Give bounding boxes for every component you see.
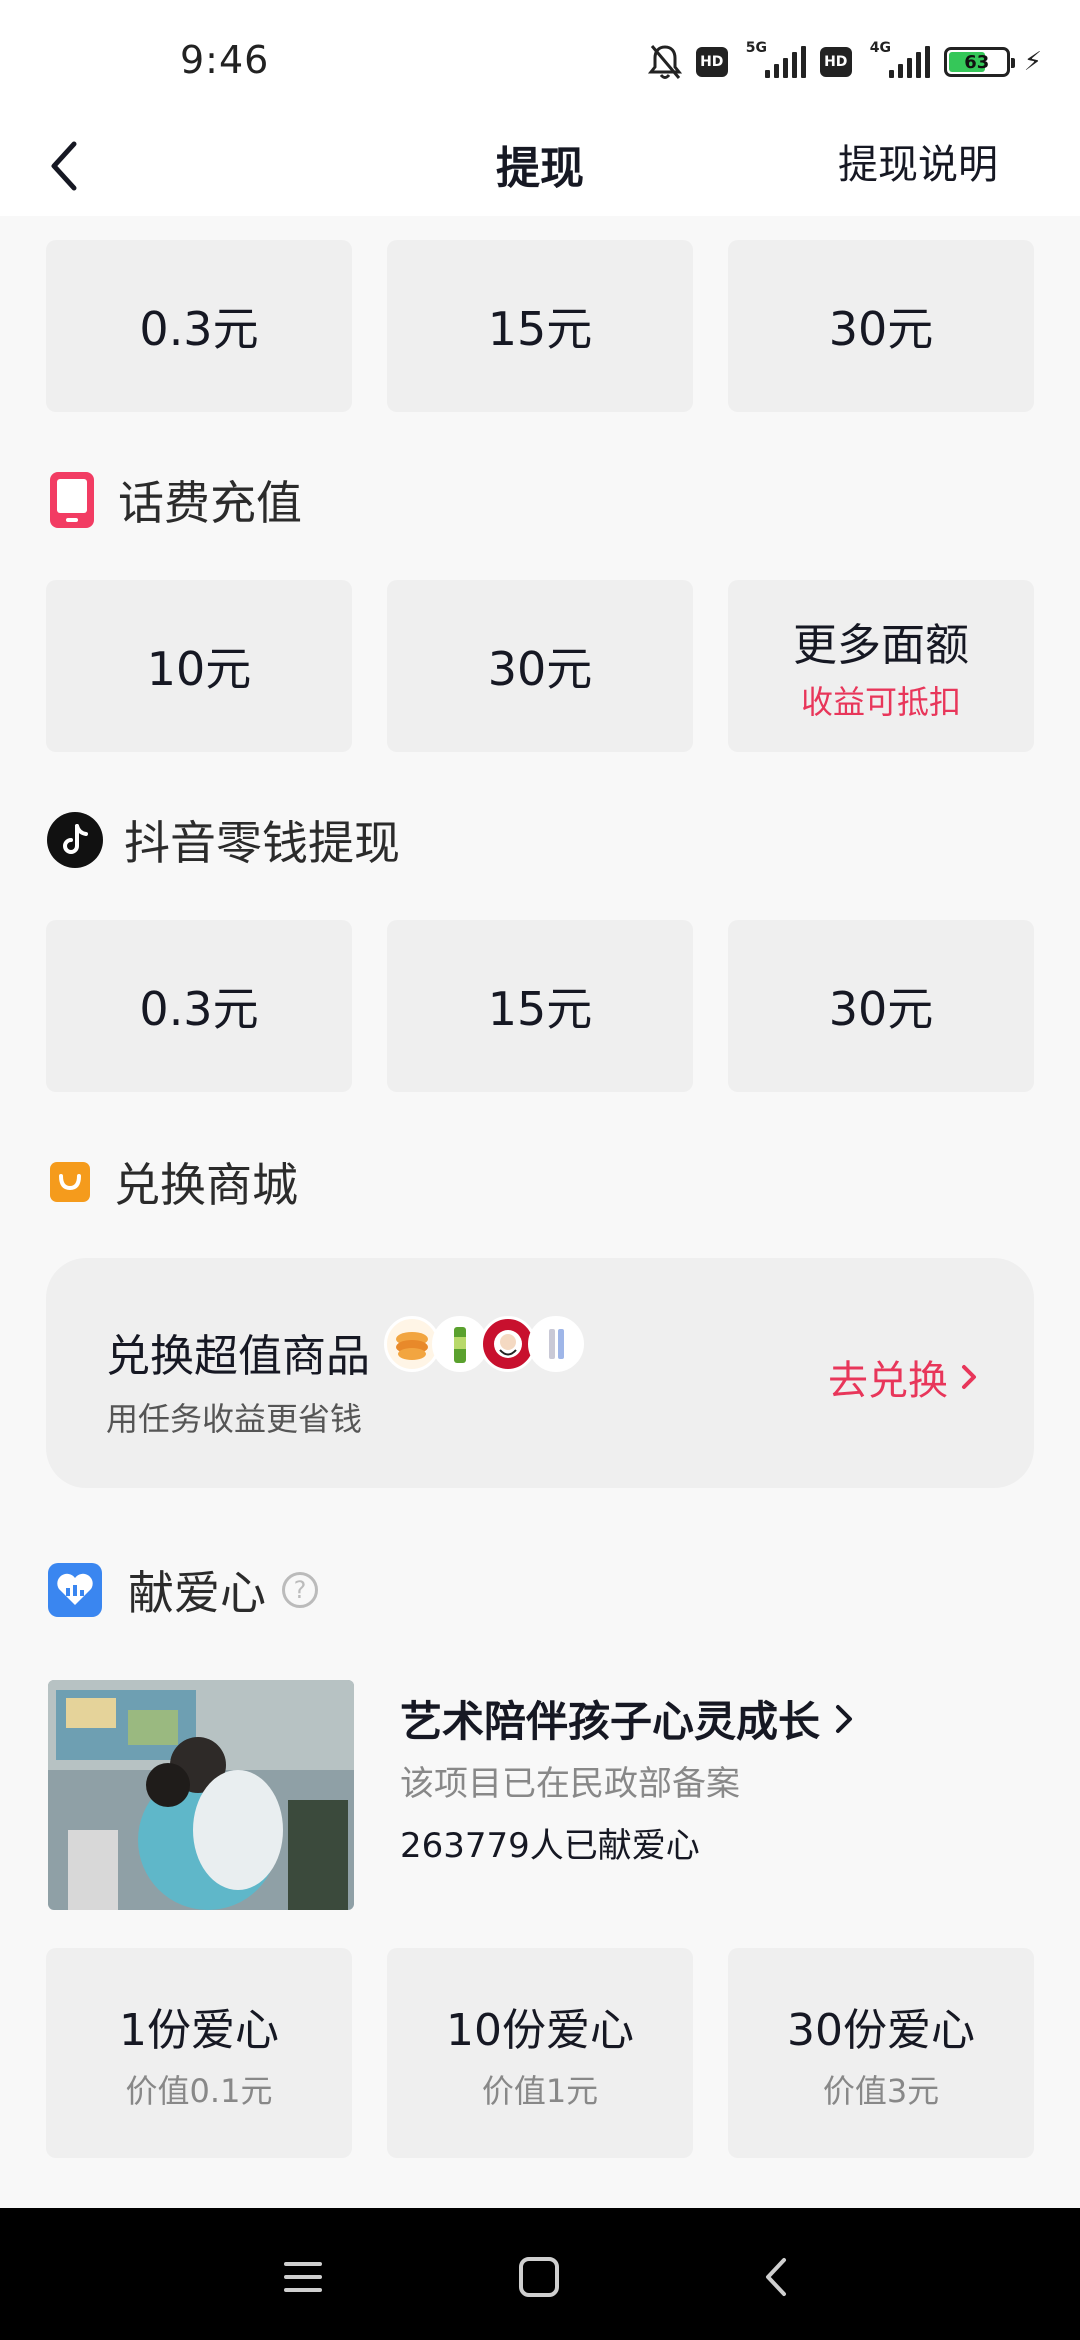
donor-count: 263779人已献爱心 [400,1826,700,1866]
donation-option-tile[interactable]: 30份爱心 价值3元 [728,1948,1034,2158]
cash-options: 0.3元 15元 30元 [46,240,1034,412]
section-title: 兑换商城 [114,1158,298,1212]
douyin-wallet-heading: 抖音零钱提现 [46,810,400,870]
section-title: 献爱心 [128,1566,266,1620]
donation-label: 30份爱心 [787,2005,975,2056]
system-nav-bar [0,2208,1080,2340]
recharge-option-tile[interactable]: 10元 [46,580,352,752]
chevron-right-icon [962,1365,976,1389]
exchange-mall-card[interactable]: 兑换超值商品 用任务收益更省钱 去兑换 [46,1258,1034,1488]
section-title: 话费充值 [118,476,302,530]
back-icon [766,2258,786,2296]
charity-heading: 献爱心 ? [46,1560,318,1620]
wallet-option-tile[interactable]: 15元 [387,920,693,1092]
cosmetic-product-thumb [528,1316,584,1372]
option-amount: 0.3元 [139,302,259,356]
status-time: 9:46 [180,38,270,82]
donation-value: 价值0.1元 [125,2072,273,2110]
signal-icon-2: 4G [866,40,930,82]
recharge-option-tile[interactable]: 30元 [387,580,693,752]
battery-icon: 63 [943,47,1015,77]
charging-icon: ⚡ [1023,47,1042,77]
mall-heading: 兑换商城 [46,1152,298,1212]
hd-icon: HD [695,47,728,77]
product-thumbnails [384,1316,584,1372]
mall-card-desc: 用任务收益更省钱 [106,1400,363,1438]
mute-icon [647,45,682,79]
signal-icon: 5G [742,40,806,82]
option-amount: 30元 [487,642,593,696]
option-amount: 30元 [828,982,934,1036]
phone-recharge-heading: 话费充值 [46,470,302,530]
project-registration-note: 该项目已在民政部备案 [400,1764,740,1804]
wallet-options: 0.3元 15元 30元 [46,920,1034,1092]
project-photo[interactable] [48,1680,354,1910]
option-amount: 10元 [146,642,252,696]
donation-option-tile[interactable]: 10份爱心 价值1元 [387,1948,693,2158]
system-back-button[interactable] [752,2254,802,2300]
donation-value: 价值3元 [822,2072,940,2110]
more-amounts-tile[interactable]: 更多面额 收益可抵扣 [728,580,1034,752]
donation-value: 价值1元 [481,2072,599,2110]
chevron-right-icon [836,1704,853,1733]
donation-label: 10份爱心 [446,2005,634,2056]
option-amount: 15元 [487,302,593,356]
project-title: 艺术陪伴孩子心灵成长 [400,1697,821,1746]
go-exchange-label: 去兑换 [828,1358,948,1404]
option-amount: 15元 [487,982,593,1036]
donation-option-tile[interactable]: 1份爱心 价值0.1元 [46,1948,352,2158]
more-amounts-sub: 收益可抵扣 [800,683,961,721]
home-icon [519,2257,559,2297]
shopping-bag-icon [50,1162,90,1202]
option-amount: 0.3元 [139,982,259,1036]
cash-option-tile[interactable]: 30元 [728,240,1034,412]
wallet-option-tile[interactable]: 0.3元 [46,920,352,1092]
cash-option-tile[interactable]: 15元 [387,240,693,412]
charity-heart-icon [48,1563,102,1617]
mall-card-title: 兑换超值商品 [106,1331,370,1382]
phone-icon [50,472,94,528]
project-title-link[interactable]: 艺术陪伴孩子心灵成长 [400,1688,864,1749]
recharge-options: 10元 30元 更多面额 收益可抵扣 [46,580,1034,752]
menu-icon [284,2262,322,2292]
section-title: 抖音零钱提现 [124,816,400,870]
status-icons: HD 5G HD 4G 63 ⚡ [647,40,1042,84]
donation-label: 1份爱心 [119,2005,279,2056]
donation-options: 1份爱心 价值0.1元 10份爱心 价值1元 30份爱心 价值3元 [46,1948,1034,2158]
withdraw-help-link[interactable]: 提现说明 [838,132,998,190]
nav-bar: 提现 提现说明 [0,120,1080,216]
option-amount: 30元 [828,302,934,356]
wallet-option-tile[interactable]: 30元 [728,920,1034,1092]
douyin-logo-icon [47,812,103,868]
hd-icon-2: HD [819,47,852,77]
cash-option-tile[interactable]: 0.3元 [46,240,352,412]
go-exchange-link[interactable]: 去兑换 [828,1348,988,1406]
more-amounts-label: 更多面额 [793,620,969,671]
home-button[interactable] [514,2254,564,2300]
status-bar: 9:46 HD 5G HD 4G 63 ⚡ [0,0,1080,120]
battery-level: 63 [964,51,990,73]
menu-button[interactable] [278,2254,328,2300]
help-icon[interactable]: ? [282,1572,318,1608]
